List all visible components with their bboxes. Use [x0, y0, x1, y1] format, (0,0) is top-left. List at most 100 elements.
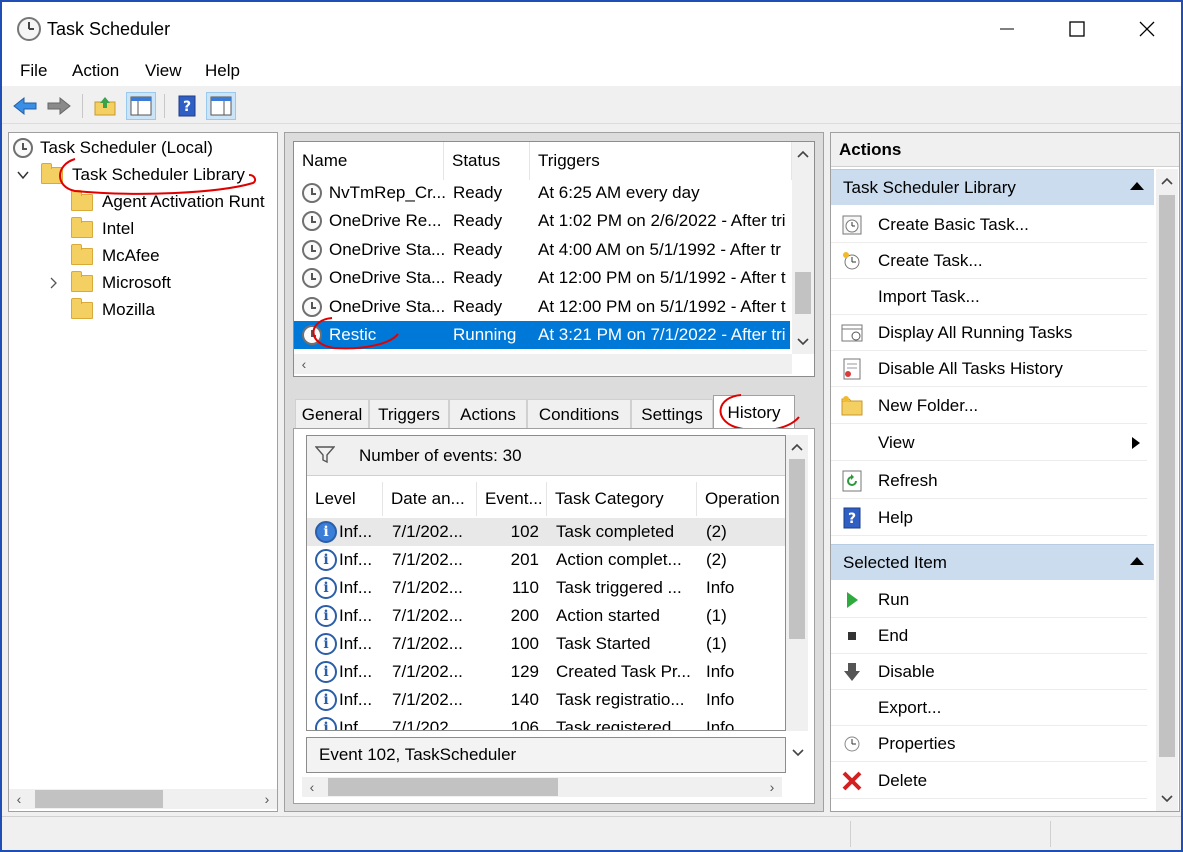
history-row[interactable]: i Inf... 7/1/202... 110 Task triggered ..… [307, 574, 785, 602]
column-header-name[interactable]: Name [294, 142, 444, 180]
history-row[interactable]: i Inf... 7/1/202... 102 Task completed (2… [307, 518, 785, 546]
filter-icon[interactable] [315, 446, 335, 464]
tree-item-root[interactable]: Task Scheduler (Local) [13, 135, 213, 161]
action-display-running-tasks[interactable]: Display All Running Tasks [831, 315, 1147, 351]
action-import-task[interactable]: Import Task... [831, 279, 1147, 315]
task-row-selected[interactable]: Restic Running At 3:21 PM on 7/1/2022 - … [294, 321, 790, 349]
history-row[interactable]: i Inf... 7/1/202... 140 Task registratio.… [307, 686, 785, 714]
chevron-right-icon[interactable] [49, 277, 57, 289]
actions-group-library[interactable]: Task Scheduler Library [831, 169, 1154, 205]
tree-item-folder[interactable]: Microsoft [49, 270, 171, 296]
scroll-thumb[interactable] [795, 272, 811, 314]
tree-item-folder[interactable]: McAfee [71, 243, 160, 269]
action-create-basic-task[interactable]: Create Basic Task... [831, 207, 1147, 243]
action-run[interactable]: Run [831, 582, 1147, 618]
collapse-icon[interactable] [1130, 557, 1144, 565]
task-row[interactable]: OneDrive Sta... Ready At 12:00 PM on 5/1… [294, 293, 790, 321]
action-export[interactable]: Export... [831, 690, 1147, 726]
task-status: Ready [453, 268, 503, 287]
tab-general[interactable]: General [295, 399, 369, 429]
folder-icon [71, 243, 93, 265]
menu-file[interactable]: File [20, 61, 47, 81]
history-row[interactable]: i Inf... 7/1/202... 201 Action complet...… [307, 546, 785, 574]
column-header-status[interactable]: Status [444, 142, 530, 180]
menu-action[interactable]: Action [72, 61, 119, 81]
action-help[interactable]: ? Help [831, 500, 1147, 536]
scroll-left-icon[interactable]: ‹ [302, 779, 322, 795]
close-button[interactable] [1112, 2, 1182, 56]
task-row[interactable]: NvTmRep_Cr... Ready At 6:25 AM every day [294, 179, 790, 207]
help-toolbar-button[interactable]: ? [172, 92, 202, 120]
task-clock-icon [302, 325, 322, 345]
scroll-up-icon[interactable] [1161, 177, 1173, 185]
tree-horizontal-scrollbar[interactable]: ‹ › [9, 789, 277, 809]
event-date: 7/1/202... [392, 634, 463, 653]
menu-help[interactable]: Help [205, 61, 240, 81]
action-new-folder[interactable]: New Folder... [831, 388, 1147, 424]
event-category: Task completed [556, 522, 675, 541]
column-header-triggers[interactable]: Triggers [530, 142, 792, 180]
scroll-thumb[interactable] [789, 459, 805, 639]
scroll-left-icon[interactable]: ‹ [294, 356, 314, 372]
forward-button[interactable] [44, 92, 74, 120]
scroll-thumb[interactable] [1159, 195, 1175, 757]
maximize-button[interactable] [1042, 2, 1112, 56]
action-view[interactable]: View [831, 425, 1147, 461]
scroll-left-icon[interactable]: ‹ [9, 791, 29, 807]
history-row[interactable]: i Inf... 7/1/202... 129 Created Task Pr..… [307, 658, 785, 686]
scroll-up-icon[interactable] [797, 150, 809, 158]
column-header-event-id[interactable]: Event... [477, 482, 547, 516]
menu-view[interactable]: View [145, 61, 182, 81]
minimize-button[interactable] [972, 2, 1042, 56]
scroll-right-icon[interactable]: › [762, 779, 782, 795]
scroll-down-icon[interactable] [792, 749, 804, 757]
collapse-icon[interactable] [1130, 182, 1144, 190]
column-header-operational-code[interactable]: Operation [697, 482, 785, 516]
actions-group-selected-item[interactable]: Selected Item [831, 544, 1154, 580]
tab-history[interactable]: History [713, 395, 795, 429]
task-list-horizontal-scrollbar[interactable]: ‹ [294, 354, 792, 374]
column-header-level[interactable]: Level [307, 482, 383, 516]
tree-item-folder[interactable]: Agent Activation Runt [71, 189, 265, 215]
tree-item-folder[interactable]: Mozilla [71, 297, 155, 323]
back-button[interactable] [10, 92, 40, 120]
minimize-icon [1000, 28, 1014, 30]
task-row[interactable]: OneDrive Re... Ready At 1:02 PM on 2/6/2… [294, 207, 790, 235]
submenu-arrow-icon [1132, 437, 1140, 449]
task-row[interactable]: OneDrive Sta... Ready At 4:00 AM on 5/1/… [294, 236, 790, 264]
action-end[interactable]: End [831, 618, 1147, 654]
action-disable[interactable]: Disable [831, 654, 1147, 690]
column-header-task-category[interactable]: Task Category [547, 482, 697, 516]
action-properties[interactable]: Properties [831, 726, 1147, 762]
show-hide-action-pane-button[interactable] [206, 92, 236, 120]
task-row[interactable]: OneDrive Sta... Ready At 12:00 PM on 5/1… [294, 264, 790, 292]
scroll-thumb[interactable] [328, 778, 558, 796]
column-header-date[interactable]: Date an... [383, 482, 477, 516]
up-one-level-button[interactable] [90, 92, 120, 120]
history-row[interactable]: i Inf... 7/1/202... 100 Task Started (1) [307, 630, 785, 658]
tab-actions[interactable]: Actions [449, 399, 527, 429]
scroll-up-icon[interactable] [791, 443, 803, 451]
history-row[interactable]: i Inf... 7/1/202... 200 Action started (1… [307, 602, 785, 630]
scroll-down-icon[interactable] [797, 338, 809, 346]
action-refresh[interactable]: Refresh [831, 463, 1147, 499]
tab-settings[interactable]: Settings [631, 399, 713, 429]
tree-item-folder[interactable]: Intel [71, 216, 134, 242]
scroll-right-icon[interactable]: › [257, 791, 277, 807]
action-create-task[interactable]: Create Task... [831, 243, 1147, 279]
task-list-vertical-scrollbar[interactable] [792, 142, 814, 354]
chevron-down-icon[interactable] [17, 170, 29, 180]
history-row[interactable]: i Inf... 7/1/202... 106 Task registered .… [307, 714, 785, 730]
task-trigger: At 12:00 PM on 5/1/1992 - After t [538, 268, 786, 287]
tab-triggers[interactable]: Triggers [369, 399, 449, 429]
action-disable-history[interactable]: Disable All Tasks History [831, 351, 1147, 387]
history-vertical-scrollbar[interactable] [786, 435, 808, 731]
actions-vertical-scrollbar[interactable] [1156, 169, 1178, 811]
tab-conditions[interactable]: Conditions [527, 399, 631, 429]
tree-item-library[interactable]: Task Scheduler Library [17, 162, 245, 188]
action-delete[interactable]: Delete [831, 763, 1147, 799]
tab-body-horizontal-scrollbar[interactable]: ‹ › [302, 777, 782, 797]
scroll-down-icon[interactable] [1161, 795, 1173, 803]
scroll-thumb[interactable] [35, 790, 163, 808]
show-hide-console-tree-button[interactable] [126, 92, 156, 120]
